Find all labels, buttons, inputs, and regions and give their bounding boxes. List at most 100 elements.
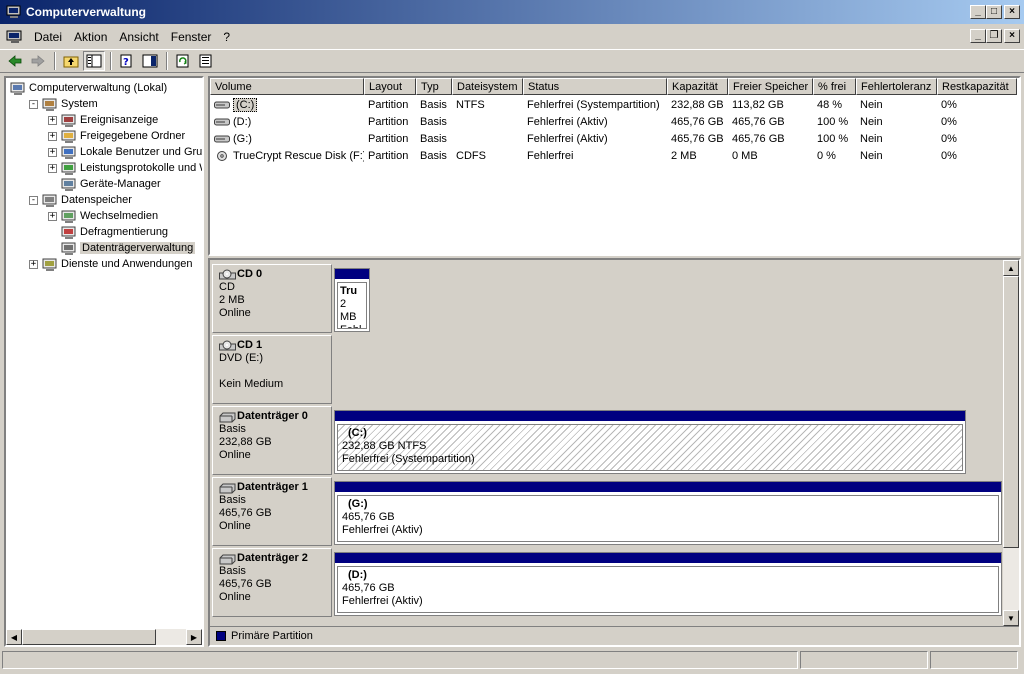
- disk-info[interactable]: Datenträger 1 Basis 465,76 GB Online: [212, 477, 332, 546]
- disk-info[interactable]: CD 0 CD 2 MB Online: [212, 264, 332, 333]
- table-cell: 0 MB: [732, 149, 758, 162]
- tree-item[interactable]: - Datenspeicher: [29, 192, 132, 208]
- expand-icon[interactable]: +: [48, 147, 57, 157]
- tree-horizontal-scrollbar[interactable]: ◀ ▶: [6, 629, 202, 645]
- scroll-right-button[interactable]: ▶: [186, 629, 202, 645]
- maximize-button[interactable]: □: [986, 5, 1002, 19]
- table-row[interactable]: (C:) Partition Basis NTFS Fehlerfrei (System…: [210, 96, 1017, 113]
- collapse-icon[interactable]: -: [29, 195, 38, 205]
- partition-name: (G:): [348, 498, 368, 510]
- partition-block[interactable]: (D:) 465,76 GB Fehlerfrei (Aktiv): [334, 552, 1002, 616]
- disk-info[interactable]: Datenträger 2 Basis 465,76 GB Online: [212, 548, 332, 617]
- table-row[interactable]: TrueCrypt Rescue Disk (F:) Partition Basis…: [210, 147, 1017, 164]
- tree-item[interactable]: + Ereignisanzeige: [48, 112, 158, 128]
- storage-icon: [42, 194, 57, 207]
- disk-name-text: CD 1: [237, 339, 263, 351]
- primary-partition-bar: [335, 553, 1001, 563]
- volume-name: (C:): [233, 97, 258, 112]
- column-header[interactable]: Restkapazität: [937, 78, 1017, 95]
- collapse-icon[interactable]: -: [29, 99, 38, 109]
- disk-vertical-scrollbar[interactable]: ▲ ▼: [1003, 260, 1019, 626]
- disk-line3: Online: [219, 520, 251, 532]
- event-viewer-icon: [61, 114, 76, 127]
- properties-button[interactable]: ?: [116, 51, 138, 71]
- column-header[interactable]: Typ: [416, 78, 452, 95]
- partition-name: (D:): [348, 569, 367, 581]
- scroll-left-button[interactable]: ◀: [6, 629, 22, 645]
- close-button[interactable]: ×: [1004, 5, 1020, 19]
- partition-size: 465,76 GB: [342, 582, 395, 594]
- column-header[interactable]: Layout: [364, 78, 416, 95]
- table-cell: 100 %: [817, 132, 849, 145]
- expand-icon[interactable]: +: [48, 131, 57, 141]
- tree-item-label: Geräte-Manager: [80, 178, 161, 190]
- volume-list[interactable]: Volume Layout Typ Dateisystem Status Kapazitä…: [208, 76, 1021, 256]
- scroll-down-button[interactable]: ▼: [1003, 610, 1019, 626]
- tree-item[interactable]: + Freigegebene Ordner: [48, 128, 185, 144]
- child-close-button[interactable]: ×: [1004, 29, 1020, 43]
- help-properties-icon: ?: [120, 54, 132, 68]
- partition-status: Fehlerfrei (Aktiv): [342, 524, 423, 536]
- tree-item[interactable]: + Dienste und Anwendungen: [29, 256, 193, 272]
- menu-fenster[interactable]: Fenster: [167, 30, 220, 44]
- console-tree[interactable]: Computerverwaltung (Lokal) - System + Ereign…: [4, 76, 204, 647]
- tree-item[interactable]: Geräte-Manager: [48, 176, 161, 192]
- export-list-button[interactable]: [195, 51, 217, 71]
- action-pane-button[interactable]: [139, 51, 161, 71]
- refresh-button[interactable]: [172, 51, 194, 71]
- refresh-icon: [176, 54, 189, 68]
- expand-icon[interactable]: +: [48, 211, 57, 221]
- column-header[interactable]: Freier Speicher: [728, 78, 813, 95]
- tree-item[interactable]: + Lokale Benutzer und Gruppen: [48, 144, 202, 160]
- status-panel-2: [800, 651, 928, 669]
- table-row[interactable]: (G:) Partition Basis Fehlerfrei (Aktiv) 465,…: [210, 130, 1017, 147]
- disk-name-text: Datenträger 1: [237, 481, 308, 493]
- tree-item[interactable]: Defragmentierung: [48, 224, 168, 240]
- tree-item[interactable]: Computerverwaltung (Lokal): [10, 80, 167, 96]
- column-header[interactable]: Volume: [210, 78, 364, 95]
- partition-block[interactable]: (G:) 465,76 GB Fehlerfrei (Aktiv): [334, 481, 1002, 545]
- tree-item[interactable]: + Leistungsprotokolle und Warnungen: [48, 160, 202, 176]
- scroll-thumb[interactable]: [22, 629, 156, 645]
- tree-item[interactable]: + Wechselmedien: [48, 208, 158, 224]
- show-hide-tree-button[interactable]: [83, 51, 105, 71]
- disk-graphical-view[interactable]: CD 0CD2 MBOnlineTru2 MBFehlCD 1DVD (E:) …: [208, 258, 1021, 647]
- up-one-level-button[interactable]: [60, 51, 82, 71]
- minimize-button[interactable]: _: [970, 5, 986, 19]
- column-header[interactable]: % frei: [813, 78, 856, 95]
- expand-icon[interactable]: +: [48, 163, 57, 173]
- menu-datei[interactable]: Datei: [30, 30, 70, 44]
- hard-disk-icon: [219, 412, 236, 422]
- tree-item[interactable]: - System: [29, 96, 98, 112]
- disk-line1: Basis: [219, 565, 246, 577]
- expand-icon[interactable]: +: [48, 115, 57, 125]
- partition-block[interactable]: Tru2 MBFehl: [334, 268, 370, 332]
- scroll-thumb[interactable]: [1003, 276, 1019, 548]
- child-restore-button[interactable]: ❐: [986, 29, 1002, 43]
- column-header[interactable]: Fehlertoleranz: [856, 78, 937, 95]
- child-minimize-button[interactable]: _: [970, 29, 986, 43]
- column-header[interactable]: Dateisystem: [452, 78, 523, 95]
- disk-info[interactable]: Datenträger 0 Basis 232,88 GB Online: [212, 406, 332, 475]
- tree-item-label: Leistungsprotokolle und Warnungen: [80, 162, 202, 174]
- partition-block[interactable]: (C:) 232,88 GB NTFS Fehlerfrei (Systempart…: [334, 410, 966, 474]
- menu-ansicht[interactable]: Ansicht: [115, 30, 166, 44]
- back-button[interactable]: [4, 51, 26, 71]
- menu-help[interactable]: ?: [219, 30, 238, 44]
- table-cell: 113,82 GB: [732, 98, 784, 111]
- column-header[interactable]: Kapazität: [667, 78, 728, 95]
- disk-line2: 232,88 GB: [219, 436, 272, 448]
- forward-button[interactable]: [27, 51, 49, 71]
- disk-info[interactable]: CD 1 DVD (E:) Kein Medium: [212, 335, 332, 404]
- column-header[interactable]: Status: [523, 78, 667, 95]
- child-window-icon[interactable]: [6, 30, 24, 44]
- table-row[interactable]: (D:) Partition Basis Fehlerfrei (Aktiv) 465,…: [210, 113, 1017, 130]
- tree-item-label: Dienste und Anwendungen: [61, 258, 193, 270]
- device-manager-icon: [61, 178, 76, 191]
- volume-icon: [214, 135, 230, 142]
- table-cell: Basis: [420, 98, 447, 111]
- scroll-up-button[interactable]: ▲: [1003, 260, 1019, 276]
- expand-icon[interactable]: +: [29, 259, 38, 269]
- menu-aktion[interactable]: Aktion: [70, 30, 115, 44]
- tree-item[interactable]: Datenträgerverwaltung: [48, 240, 196, 256]
